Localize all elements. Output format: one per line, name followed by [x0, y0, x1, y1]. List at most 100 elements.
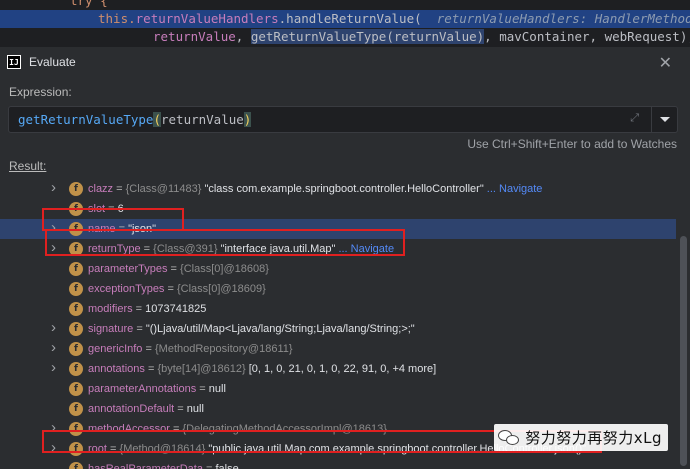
expand-editor-icon[interactable]: ⤢: [630, 112, 639, 125]
tree-row-text: genericInfo = {MethodRepository@18611}: [88, 343, 293, 355]
chevron-right-icon[interactable]: ›: [51, 359, 61, 376]
wechat-icon: [498, 429, 520, 447]
field-value: "class com.example.springboot.controller…: [201, 183, 484, 195]
field-icon: f: [69, 362, 83, 376]
field-icon: f: [69, 342, 83, 356]
equals-sign: =: [196, 383, 209, 395]
field-icon: f: [69, 262, 83, 276]
tree-row-text: parameterAnnotations = null: [88, 383, 226, 395]
field-value: null: [186, 403, 204, 415]
tree-row-modifiers[interactable]: f modifiers = 1073741825: [0, 299, 676, 319]
field-icon: f: [69, 322, 83, 336]
field-value: "()Ljava/util/Map<Ljava/lang/String;Ljav…: [145, 323, 415, 335]
arg-separator: ,: [235, 29, 251, 44]
watermark-text: 努力努力再努力xLg: [525, 429, 662, 447]
object-reference: {MethodRepository@18611}: [154, 343, 293, 355]
field-name: parameterTypes: [88, 263, 168, 275]
field-return-value-handlers: returnValueHandlers: [135, 11, 279, 26]
dialog-titlebar[interactable]: IJ Evaluate: [0, 47, 690, 77]
equals-sign: =: [113, 183, 126, 195]
chevron-right-icon[interactable]: ›: [51, 319, 61, 336]
tree-row-exception-types[interactable]: f exceptionTypes = {Class[0]@18609}: [0, 279, 676, 299]
field-value: null: [208, 383, 226, 395]
result-label: Result:: [9, 159, 47, 173]
tree-row-clazz[interactable]: › f clazz = {Class@11483} "class com.examp…: [0, 179, 676, 199]
tree-row-signature[interactable]: › f signature = "()Ljava/util/Map<Ljava/la…: [0, 319, 676, 339]
object-reference: {byte[14]@18612}: [157, 363, 246, 375]
method-call: .handleReturnValue(: [278, 11, 422, 26]
intellij-logo-icon: IJ: [7, 55, 21, 69]
highlight-box-return-type: [45, 229, 405, 256]
tree-scrollbar[interactable]: [680, 236, 687, 466]
tree-row-generic-info[interactable]: › f genericInfo = {MethodRepository@18611}: [0, 339, 676, 359]
chevron-down-icon: [659, 117, 670, 122]
close-icon[interactable]: ✕: [659, 53, 672, 73]
code-editor[interactable]: try { this.returnValueHandlers.handleRet…: [0, 0, 690, 46]
field-name: exceptionTypes: [88, 283, 165, 295]
expression-close-paren: ): [243, 112, 252, 127]
arg-return-value: returnValue: [153, 29, 236, 44]
watches-hint: Use Ctrl+Shift+Enter to add to Watches: [467, 137, 677, 151]
chevron-right-icon[interactable]: ›: [51, 179, 61, 196]
object-reference: {Class@11483}: [125, 183, 202, 195]
chevron-right-icon[interactable]: ›: [51, 339, 61, 356]
field-name: modifiers: [88, 303, 133, 315]
tree-row-text: exceptionTypes = {Class[0]@18609}: [88, 283, 266, 295]
object-reference: {Class[0]@18609}: [176, 283, 266, 295]
equals-sign: =: [132, 303, 146, 315]
expression-argument: returnValue: [161, 112, 244, 127]
field-icon: f: [69, 402, 83, 416]
tree-row-annotations[interactable]: › f annotations = {byte[14]@18612} [0, 1, …: [0, 359, 676, 379]
tree-row-text: clazz = {Class@11483} "class com.example…: [88, 183, 542, 195]
this-keyword: this.: [98, 11, 136, 26]
field-name: hasRealParameterData: [88, 463, 203, 469]
equals-sign: =: [167, 263, 181, 275]
expression-label: Expression:: [9, 85, 72, 99]
expression-open-paren: (: [153, 112, 161, 127]
equals-sign: =: [133, 323, 146, 335]
field-name: signature: [88, 323, 134, 335]
highlight-box-name: [42, 208, 184, 231]
selected-expression[interactable]: getReturnValueType(returnValue): [250, 29, 485, 44]
equals-sign: =: [202, 463, 216, 469]
field-value: [0, 1, 0, 21, 0, 1, 0, 22, 91, 0, +4 mor…: [245, 363, 437, 375]
equals-sign: =: [142, 343, 155, 355]
navigate-link[interactable]: ... Navigate: [484, 183, 543, 195]
field-value: 1073741825: [145, 303, 207, 315]
object-reference: {Class[0]@18608}: [180, 263, 269, 275]
field-name: annotationDefault: [88, 403, 175, 415]
tree-row-text: parameterTypes = {Class[0]@18608}: [88, 263, 269, 275]
tree-row-text: hasRealParameterData = false: [88, 463, 239, 469]
tree-row-annotation-default[interactable]: f annotationDefault = null: [0, 399, 676, 419]
tree-row-parameter-types[interactable]: f parameterTypes = {Class[0]@18608}: [0, 259, 676, 279]
dialog-title: Evaluate: [29, 55, 76, 69]
try-keyword: try {: [70, 0, 108, 8]
field-name: annotations: [88, 363, 145, 375]
tree-row-text: annotationDefault = null: [88, 403, 204, 415]
expression-text[interactable]: getReturnValueType(returnValue): [9, 112, 252, 127]
editor-line-args: returnValue, getReturnValueType(returnVa…: [153, 28, 690, 46]
field-icon: f: [69, 282, 83, 296]
equals-sign: =: [164, 283, 177, 295]
evaluate-dialog: IJ Evaluate ✕ Expression: getReturnValue…: [0, 46, 690, 469]
expression-input[interactable]: getReturnValueType(returnValue) ⤢: [8, 106, 678, 133]
field-icon: f: [69, 382, 83, 396]
editor-line-call: this.returnValueHandlers.handleReturnVal…: [0, 10, 690, 28]
field-name: genericInfo: [88, 343, 143, 355]
watermark: 努力努力再努力xLg: [494, 424, 668, 451]
tree-row-has-real-parameter-data[interactable]: f hasRealParameterData = false: [0, 459, 676, 469]
expression-function: getReturnValueType: [18, 112, 154, 127]
equals-sign: =: [144, 363, 158, 375]
arg-rest: , mavContainer, webRequest);: [484, 29, 690, 44]
field-value: false: [215, 463, 239, 469]
tree-row-text: annotations = {byte[14]@18612} [0, 1, 0,…: [88, 363, 436, 375]
editor-line-try: try {: [70, 0, 108, 10]
tree-row-parameter-annotations[interactable]: f parameterAnnotations = null: [0, 379, 676, 399]
tree-row-text: modifiers = 1073741825: [88, 303, 206, 315]
history-dropdown-button[interactable]: [651, 107, 677, 132]
equals-sign: =: [174, 403, 187, 415]
inline-hint: returnValueHandlers: HandlerMethodRetur: [436, 11, 690, 26]
tree-row-text: signature = "()Ljava/util/Map<Ljava/lang…: [88, 323, 415, 335]
field-icon: f: [69, 302, 83, 316]
field-icon: f: [69, 462, 83, 469]
